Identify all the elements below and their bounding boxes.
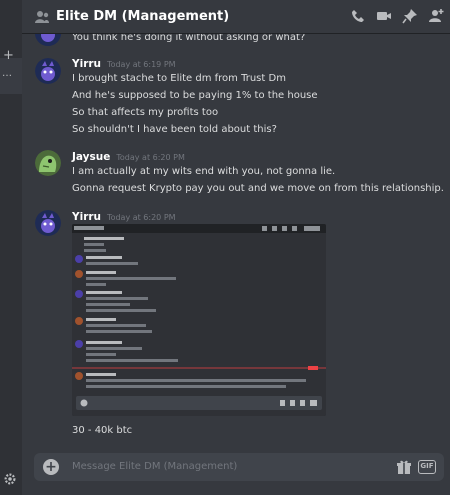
message-text: So shouldn't I have been told about this… (72, 124, 277, 135)
avatar[interactable] (35, 150, 61, 176)
server-sidebar: + … (0, 0, 22, 495)
message-list: You think he's doing it without asking o… (22, 34, 450, 444)
message-author[interactable]: Yirru Today at 6:20 PM (72, 211, 176, 223)
author-name[interactable]: Yirru (72, 58, 101, 70)
gift-icon[interactable] (396, 459, 412, 475)
add-member-icon[interactable] (428, 8, 444, 24)
gif-button[interactable]: GIF (418, 460, 436, 474)
channel-title: Elite DM (Management) (56, 9, 230, 24)
group-dm-icon (35, 10, 49, 23)
avatar[interactable] (35, 34, 61, 46)
gear-icon[interactable] (3, 472, 17, 486)
message-text: 30 - 40k btc (72, 425, 133, 436)
message-text: Gonna request Krypto pay you out and we … (72, 183, 444, 194)
channel-header: Elite DM (Management) (22, 0, 450, 34)
message-input[interactable]: Message Elite DM (Management) (72, 461, 237, 472)
voice-call-icon[interactable] (350, 8, 366, 24)
avatar[interactable] (35, 210, 61, 236)
upload-plus-button[interactable]: + (43, 459, 59, 475)
author-name[interactable]: Jaysue (72, 151, 110, 163)
message-text: I brought stache to Elite dm from Trust … (72, 73, 286, 84)
message-text: You think he's doing it without asking o… (72, 34, 306, 43)
message-author[interactable]: Yirru Today at 6:19 PM (72, 58, 176, 70)
pin-icon[interactable] (402, 8, 418, 24)
video-call-icon[interactable] (376, 8, 392, 24)
screenshot-attachment[interactable] (72, 224, 326, 416)
author-name[interactable]: Yirru (72, 211, 101, 223)
add-dm-icon[interactable]: + (3, 48, 14, 63)
more-dots-icon[interactable]: … (2, 68, 12, 79)
message-timestamp: Today at 6:19 PM (107, 60, 176, 69)
message-author[interactable]: Jaysue Today at 6:20 PM (72, 151, 185, 163)
message-text: I am actually at my wits end with you, n… (72, 166, 336, 177)
message-composer[interactable]: + Message Elite DM (Management) GIF (34, 453, 444, 481)
message-timestamp: Today at 6:20 PM (116, 153, 185, 162)
attachment-image (72, 224, 326, 416)
message-text: So that affects my profits too (72, 107, 219, 118)
message-timestamp: Today at 6:20 PM (107, 213, 176, 222)
avatar[interactable] (35, 58, 61, 84)
message-text: And he's supposed to be paying 1% to the… (72, 90, 318, 101)
